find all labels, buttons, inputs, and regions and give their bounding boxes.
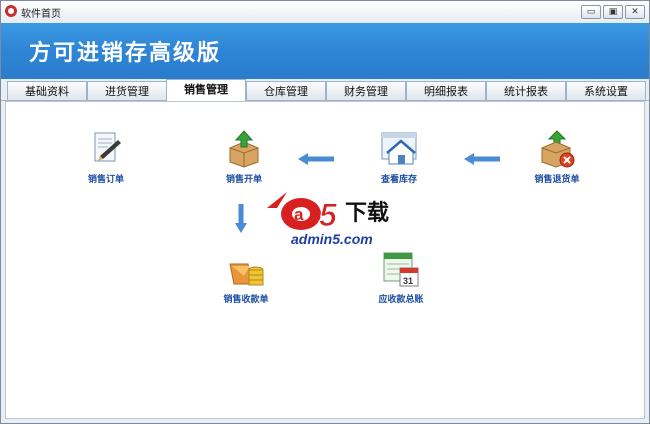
tab-stat-report[interactable]: 统计报表 [486, 81, 566, 100]
close-button[interactable]: ✕ [625, 5, 645, 19]
tab-system-settings[interactable]: 系统设置 [566, 81, 646, 100]
warehouse-icon [379, 130, 419, 168]
watermark-number: 5 [319, 197, 338, 233]
main-tabs: 基础资料 进货管理 销售管理 仓库管理 财务管理 明细报表 统计报表 系统设置 [1, 79, 649, 101]
money-box-icon [226, 250, 266, 288]
arrow-left-icon [464, 153, 500, 165]
receivable-ledger-label: 应收款总账 [378, 295, 424, 305]
watermark-domain: admin5.com [291, 231, 373, 247]
svg-text:31: 31 [403, 276, 413, 286]
title-bar: 软件首页 ▭ ▣ ✕ [1, 1, 649, 24]
arrow-down-icon [235, 204, 247, 233]
document-pen-icon [86, 130, 126, 168]
watermark-logo: a 5 下载 admin5.com [261, 188, 411, 254]
sales-invoice-button[interactable]: 销售开单 [199, 130, 289, 185]
restore-button[interactable]: ▣ [603, 5, 623, 19]
receivable-ledger-button[interactable]: 31 应收款总账 [356, 250, 446, 305]
sales-order-button[interactable]: 销售订单 [61, 130, 151, 185]
app-window: 软件首页 ▭ ▣ ✕ 方可进销存高级版 基础资料 进货管理 销售管理 仓库管理 … [0, 0, 650, 424]
tab-detail-report[interactable]: 明细报表 [406, 81, 486, 100]
app-title: 方可进销存高级版 [29, 41, 222, 66]
tab-warehouse[interactable]: 仓库管理 [246, 81, 326, 100]
sales-return-label: 销售退货单 [534, 175, 580, 185]
sales-receipt-label: 销售收款单 [223, 295, 269, 305]
arrow-left-icon [298, 153, 334, 165]
tab-finance[interactable]: 财务管理 [326, 81, 406, 100]
tab-sales[interactable]: 销售管理 [166, 79, 246, 101]
calendar-ledger-icon: 31 [381, 250, 421, 288]
watermark-letter: a [294, 205, 304, 224]
tab-basic-data[interactable]: 基础资料 [7, 81, 87, 100]
header-banner: 方可进销存高级版 [1, 23, 649, 79]
sales-order-label: 销售订单 [87, 175, 124, 185]
sales-return-button[interactable]: 销售退货单 [512, 130, 602, 185]
box-up-arrow-icon [224, 130, 264, 168]
tab-purchase[interactable]: 进货管理 [87, 81, 167, 100]
view-stock-button[interactable]: 查看库存 [354, 130, 444, 185]
watermark-brand-text: 下载 [345, 200, 389, 226]
sales-receipt-button[interactable]: 销售收款单 [201, 250, 291, 305]
minimize-button[interactable]: ▭ [581, 5, 601, 19]
window-title: 软件首页 [21, 9, 61, 20]
app-logo-icon [5, 5, 17, 17]
view-stock-label: 查看库存 [380, 175, 417, 185]
sales-invoice-label: 销售开单 [225, 175, 262, 185]
sales-panel: 销售订单 销售开单 查看库存 销售退货单 销售收款单 31 应收款总账 a 5 … [5, 101, 645, 419]
box-return-icon [537, 130, 577, 168]
